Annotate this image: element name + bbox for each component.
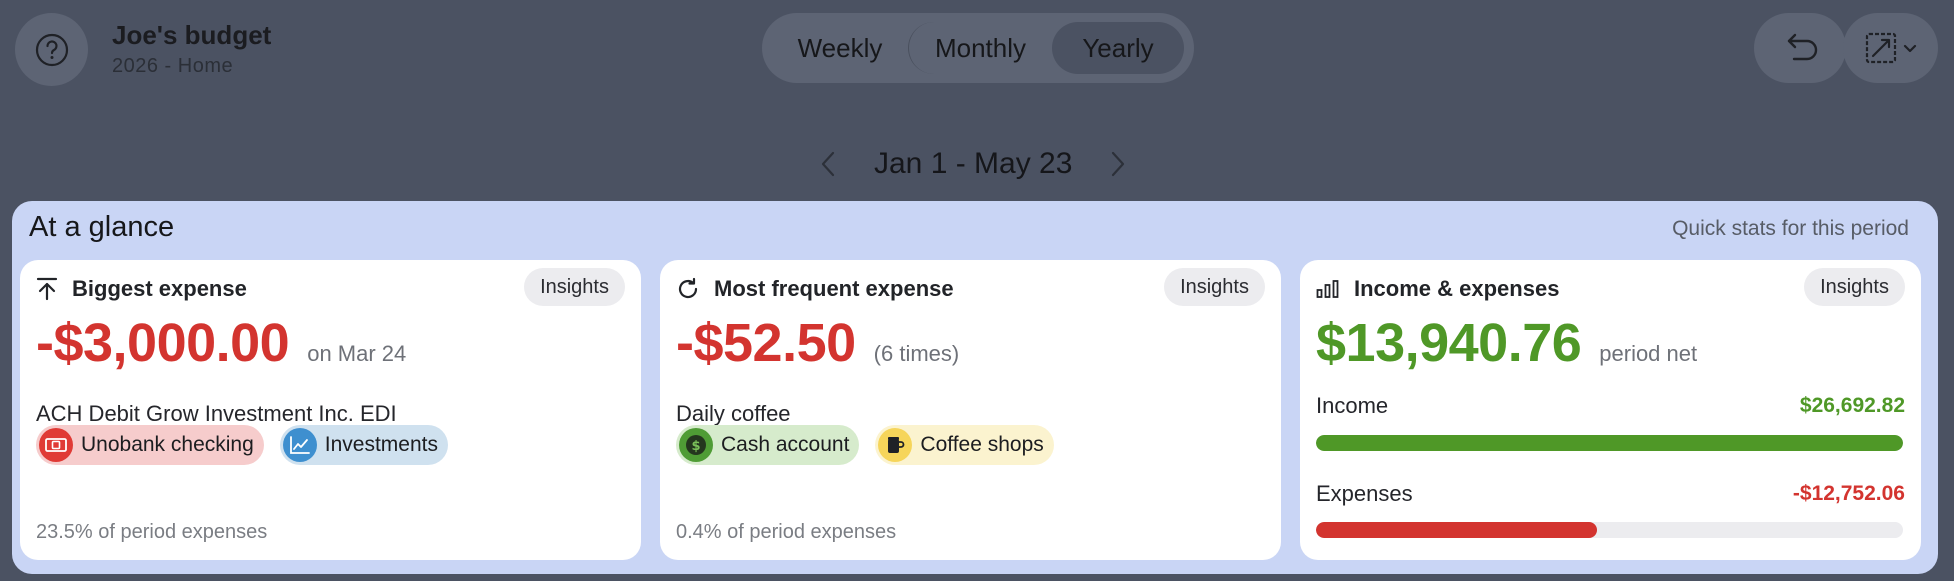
chevron-left-icon[interactable] <box>820 150 836 178</box>
income-bar <box>1316 435 1903 451</box>
chart-line-icon <box>282 428 317 462</box>
account-tag[interactable]: $ Cash account <box>676 425 860 465</box>
tag-list: Unobank checking Investments <box>36 425 448 465</box>
budget-title-block[interactable]: Joe's budget 2026 - Home <box>112 20 271 78</box>
category-tag[interactable]: Investments <box>279 425 448 465</box>
account-tag[interactable]: Unobank checking <box>36 425 264 465</box>
expense-amount: -$3,000.00 <box>36 313 290 373</box>
period-percentage: 23.5% of period expenses <box>36 521 268 543</box>
refresh-icon <box>678 277 698 299</box>
net-amount: $13,940.76 <box>1316 313 1582 373</box>
help-button[interactable] <box>15 13 88 86</box>
tag-label: Cash account <box>721 433 850 456</box>
panel-subtitle: Quick stats for this period <box>1672 217 1909 240</box>
card-title: Income & expenses <box>1354 276 1560 301</box>
svg-text:$: $ <box>691 439 700 454</box>
chevron-right-icon[interactable] <box>1110 150 1126 178</box>
tag-list: $ Cash account Coffee shops <box>676 425 1054 465</box>
budget-subtitle: 2026 - Home <box>112 55 234 77</box>
period-yearly-button[interactable]: Yearly <box>1052 22 1184 74</box>
card-title: Biggest expense <box>72 276 247 301</box>
insights-button[interactable]: Insights <box>1164 268 1265 306</box>
period-weekly-button[interactable]: Weekly <box>772 22 908 74</box>
net-label: period net <box>1599 341 1698 366</box>
expenses-value: -$12,752.06 <box>1792 482 1905 505</box>
expenses-label: Expenses <box>1316 481 1413 506</box>
panel-title: At a glance <box>29 211 175 243</box>
period-monthly-button[interactable]: Monthly <box>908 22 1052 74</box>
card-title: Most frequent expense <box>714 276 954 301</box>
tag-label: Investments <box>324 433 438 456</box>
resize-menu-button[interactable] <box>1843 13 1938 83</box>
amount-row: $13,940.76 period net <box>1316 312 1697 374</box>
expense-date: on Mar 24 <box>307 341 407 366</box>
arrow-up-to-line-icon <box>36 277 58 301</box>
tag-label: Unobank checking <box>81 433 254 456</box>
bar-chart-icon <box>1316 280 1339 298</box>
category-tag[interactable]: Coffee shops <box>875 425 1054 465</box>
dollar-coin-icon: $ <box>679 428 713 462</box>
resize-icon <box>1865 32 1896 64</box>
expense-description: Daily coffee <box>676 401 791 426</box>
chevron-down-icon <box>1903 44 1916 53</box>
expense-amount: -$52.50 <box>676 313 856 373</box>
return-icon <box>1787 33 1818 61</box>
amount-row: -$52.50 (6 times) <box>676 312 959 374</box>
expense-description: ACH Debit Grow Investment Inc. EDI <box>36 401 397 426</box>
question-icon <box>35 33 68 66</box>
tag-label: Coffee shops <box>920 433 1044 456</box>
card-header: Income & expenses <box>1316 272 1559 306</box>
amount-row: -$3,000.00 on Mar 24 <box>36 312 406 374</box>
income-expenses-card: Income & expenses Insights $13,940.76 pe… <box>1300 260 1921 560</box>
income-bar-fill <box>1316 435 1903 451</box>
card-header: Biggest expense <box>36 272 247 306</box>
expenses-bar-fill <box>1316 522 1597 538</box>
income-value: $26,692.82 <box>1799 394 1905 417</box>
date-range[interactable]: Jan 1 - May 23 <box>874 147 1072 181</box>
top-bar: Joe's budget 2026 - Home Weekly Monthly … <box>0 0 1954 200</box>
period-selector: Weekly Monthly Yearly <box>762 13 1194 83</box>
card-header: Most frequent expense <box>676 272 954 306</box>
insights-button[interactable]: Insights <box>524 268 625 306</box>
biggest-expense-card: Biggest expense Insights -$3,000.00 on M… <box>20 260 641 560</box>
expenses-bar <box>1316 522 1903 538</box>
insights-button[interactable]: Insights <box>1804 268 1905 306</box>
banknote-icon <box>39 428 73 462</box>
at-a-glance-panel: At a glance Quick stats for this period … <box>12 201 1938 574</box>
date-navigator: Jan 1 - May 23 <box>820 142 1126 186</box>
income-label: Income <box>1316 393 1389 418</box>
period-percentage: 0.4% of period expenses <box>676 521 897 543</box>
return-button[interactable] <box>1754 13 1846 83</box>
expense-count: (6 times) <box>873 341 960 366</box>
budget-title: Joe's budget <box>112 20 272 50</box>
most-frequent-expense-card: Most frequent expense Insights -$52.50 (… <box>660 260 1281 560</box>
coffee-cup-icon <box>878 428 913 462</box>
